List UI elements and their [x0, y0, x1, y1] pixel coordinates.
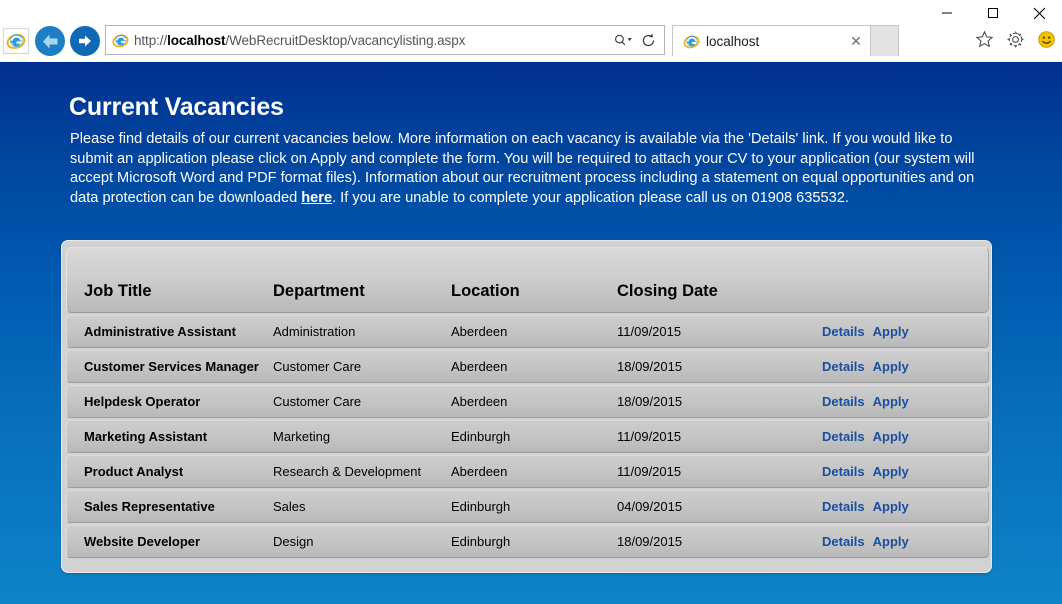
address-host: localhost: [167, 32, 226, 48]
cell-job-title: Helpdesk Operator: [66, 385, 273, 418]
table-row: Helpdesk Operator Customer Care Aberdeen 18…: [66, 385, 989, 418]
page-intro-text: Please find details of our current vacan…: [70, 130, 992, 208]
cell-location: Edinburgh: [451, 490, 617, 523]
cell-job-title: Website Developer: [66, 525, 273, 558]
cell-location: Aberdeen: [451, 350, 617, 383]
cell-closing-date: 04/09/2015: [617, 490, 822, 523]
cell-department: Customer Care: [273, 350, 451, 383]
cell-department: Marketing: [273, 420, 451, 453]
cell-closing-date: 18/09/2015: [617, 385, 822, 418]
details-link[interactable]: Details: [822, 534, 865, 549]
vacancy-listing-panel: Job Title Department Location Closing Da…: [61, 240, 992, 573]
cell-department: Research & Development: [273, 455, 451, 488]
apply-link[interactable]: Apply: [873, 499, 909, 514]
gear-icon[interactable]: [1003, 27, 1027, 51]
details-link[interactable]: Details: [822, 499, 865, 514]
chrome-toolbar-icons: [972, 27, 1058, 51]
cell-job-title: Customer Services Manager: [66, 350, 273, 383]
refresh-icon[interactable]: [636, 27, 660, 53]
cell-actions: Details Apply: [822, 420, 989, 453]
cell-actions: Details Apply: [822, 490, 989, 523]
cell-closing-date: 11/09/2015: [617, 420, 822, 453]
cell-location: Edinburgh: [451, 420, 617, 453]
cell-job-title: Marketing Assistant: [66, 420, 273, 453]
address-bar[interactable]: http://localhost/WebRecruitDesktop/vacan…: [105, 25, 665, 55]
details-link[interactable]: Details: [822, 359, 865, 374]
vacancies-table: Job Title Department Location Closing Da…: [66, 245, 989, 560]
page-title: Current Vacancies: [69, 93, 284, 121]
cell-actions: Details Apply: [822, 315, 989, 348]
apply-link[interactable]: Apply: [873, 534, 909, 549]
table-row: Product Analyst Research & Development Abe…: [66, 455, 989, 488]
apply-link[interactable]: Apply: [873, 464, 909, 479]
cell-actions: Details Apply: [822, 525, 989, 558]
apply-link[interactable]: Apply: [873, 394, 909, 409]
cell-actions: Details Apply: [822, 350, 989, 383]
cell-job-title: Administrative Assistant: [66, 315, 273, 348]
page-viewport: Current Vacancies Please find details of…: [0, 62, 1062, 604]
table-row: Website Developer Design Edinburgh 18/09/20…: [66, 525, 989, 558]
forward-button[interactable]: [70, 26, 100, 56]
details-link[interactable]: Details: [822, 324, 865, 339]
column-header-department: Department: [273, 247, 451, 313]
new-tab-button[interactable]: [871, 25, 899, 56]
column-header-closing-date: Closing Date: [617, 247, 822, 313]
cell-department: Customer Care: [273, 385, 451, 418]
cell-job-title: Sales Representative: [66, 490, 273, 523]
cell-department: Sales: [273, 490, 451, 523]
favorites-star-icon[interactable]: [972, 27, 996, 51]
browser-chrome: http://localhost/WebRecruitDesktop/vacan…: [0, 0, 1062, 62]
details-link[interactable]: Details: [822, 429, 865, 444]
table-row: Customer Services Manager Customer Care Ab…: [66, 350, 989, 383]
details-link[interactable]: Details: [822, 464, 865, 479]
apply-link[interactable]: Apply: [873, 429, 909, 444]
address-site-icon: [110, 30, 130, 50]
tab-title: localhost: [706, 33, 760, 49]
cell-closing-date: 18/09/2015: [617, 525, 822, 558]
tab-localhost[interactable]: localhost ✕: [672, 25, 871, 56]
column-header-location: Location: [451, 247, 617, 313]
table-row: Sales Representative Sales Edinburgh 04/09/…: [66, 490, 989, 523]
address-path: /WebRecruitDesktop/vacancylisting.aspx: [225, 32, 466, 48]
intro-text-part2: . If you are unable to complete your app…: [332, 189, 849, 206]
cell-closing-date: 18/09/2015: [617, 350, 822, 383]
cell-actions: Details Apply: [822, 455, 989, 488]
cell-actions: Details Apply: [822, 385, 989, 418]
cell-location: Aberdeen: [451, 315, 617, 348]
column-header-job-title: Job Title: [66, 247, 273, 313]
close-icon[interactable]: ✕: [848, 31, 864, 51]
cell-closing-date: 11/09/2015: [617, 315, 822, 348]
here-link[interactable]: here: [301, 190, 332, 206]
cell-department: Administration: [273, 315, 451, 348]
tab-site-icon: [681, 31, 701, 51]
cell-location: Aberdeen: [451, 455, 617, 488]
cell-job-title: Product Analyst: [66, 455, 273, 488]
feedback-smiley-icon[interactable]: [1034, 27, 1058, 51]
table-row: Marketing Assistant Marketing Edinburgh 11/…: [66, 420, 989, 453]
cell-department: Design: [273, 525, 451, 558]
address-prefix: http://: [134, 32, 168, 48]
details-link[interactable]: Details: [822, 394, 865, 409]
cell-closing-date: 11/09/2015: [617, 455, 822, 488]
vacancies-table-body: Administrative Assistant Administration Ab…: [66, 315, 989, 558]
address-input[interactable]: http://localhost/WebRecruitDesktop/vacan…: [134, 33, 612, 48]
table-header-row: Job Title Department Location Closing Da…: [66, 247, 989, 313]
table-row: Administrative Assistant Administration Ab…: [66, 315, 989, 348]
search-icon[interactable]: [612, 27, 636, 53]
apply-link[interactable]: Apply: [873, 359, 909, 374]
tab-strip: localhost ✕: [672, 25, 899, 56]
back-button[interactable]: [35, 26, 65, 56]
cell-location: Edinburgh: [451, 525, 617, 558]
cell-location: Aberdeen: [451, 385, 617, 418]
internet-explorer-icon: [3, 28, 29, 54]
column-header-actions: [822, 247, 989, 313]
apply-link[interactable]: Apply: [873, 324, 909, 339]
